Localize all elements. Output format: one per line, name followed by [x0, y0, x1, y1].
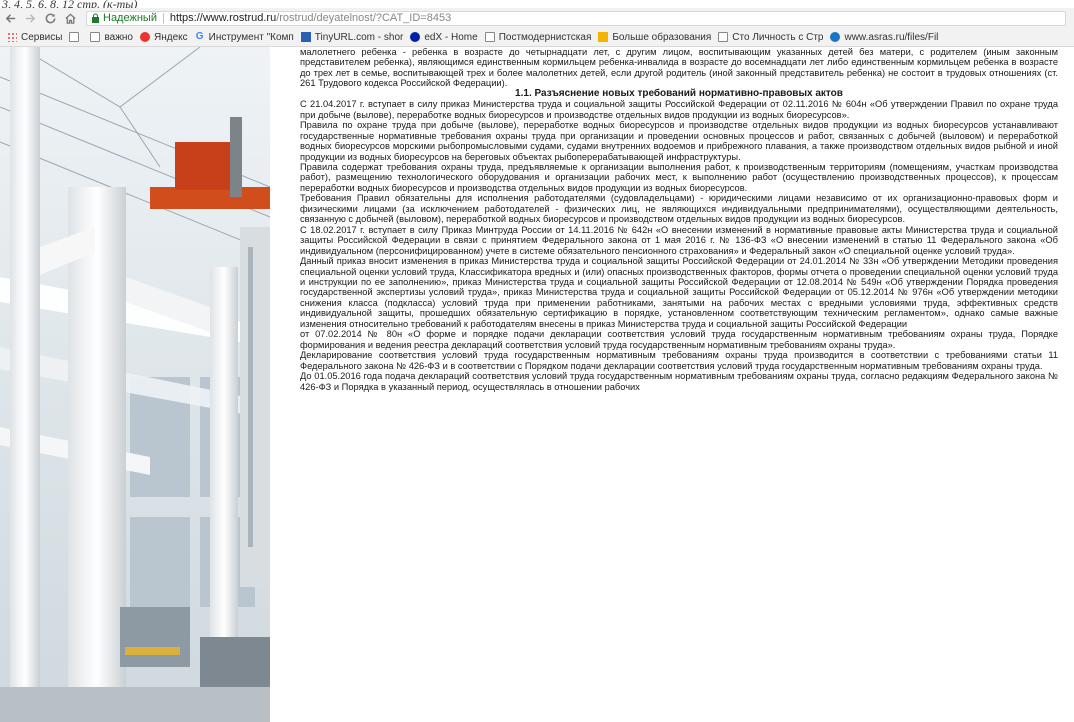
bookmark-yandex[interactable]: Яндекс — [139, 32, 188, 43]
section-heading: 1.1. Разъяснение новых требований нормат… — [515, 87, 843, 99]
paragraph-4: Требования Правил обязательны для исполн… — [300, 193, 1058, 225]
url-host: https://www.rostrud.ru — [169, 12, 277, 24]
page-icon — [484, 32, 495, 42]
url-separator: | — [161, 12, 165, 24]
paragraph-1: С 21.04.2017 г. вступает в силу приказ М… — [300, 99, 1058, 120]
paragraph-6: Данный приказ вносит изменения в приказ … — [300, 256, 1058, 329]
browser-address-bar: Надежный | https://www.rostrud.ru /rostr… — [0, 8, 1074, 28]
url-path: /rostrud/deyatelnost/?CAT_ID=8453 — [276, 12, 452, 24]
edx-icon — [410, 32, 421, 42]
home-icon[interactable] — [60, 8, 80, 28]
apps-icon — [7, 32, 17, 42]
factory-hall-photo — [0, 47, 270, 722]
paragraph-intro: малолетнего ребенка - ребенка в возрасте… — [300, 47, 1058, 89]
aksaras-icon — [830, 32, 841, 42]
bookmark-postmodern[interactable]: Постмодернистская — [484, 32, 591, 43]
page-header-fragment: 3, 4, 5, 6, 8, 12 стр. (к-ты) — [0, 0, 1074, 8]
google-icon: G — [195, 31, 204, 42]
paragraph-2: Правила по охране труда при добыче (выло… — [300, 120, 1058, 162]
back-arrow-icon[interactable] — [0, 8, 20, 28]
paragraph-5: С 18.02.2017 г. вступает в силу Приказ М… — [300, 224, 1058, 256]
paragraph-8: Декларирование соответствия условий труд… — [300, 350, 1058, 371]
secure-label: Надежный — [103, 12, 157, 24]
document-text: малолетнего ребенка - ребенка в возрасте… — [300, 47, 1058, 722]
bookmark-vazhno[interactable]: важно — [90, 32, 133, 43]
tinyurl-icon — [300, 32, 311, 42]
bookmark-hse[interactable]: Больше образования — [598, 32, 711, 43]
bookmark-sto[interactable]: Сто Личность с Стр — [718, 32, 823, 43]
hse-icon — [598, 32, 609, 42]
paragraph-7: от 07.02.2014 № 80н «О форме и порядке п… — [300, 329, 1058, 350]
bookmark-edx[interactable]: edX - Home — [410, 32, 478, 43]
bookmark-asras[interactable]: www.asras.ru/files/Fil — [830, 32, 938, 43]
paragraph-9: До 01.05.2016 года подача деклараций соо… — [300, 371, 1058, 392]
bookmark-google-tool[interactable]: G Инструмент "Комп — [195, 32, 294, 43]
lock-icon — [91, 13, 103, 23]
page-icon — [90, 32, 101, 42]
paragraph-3: Правила содержат требования охраны труда… — [300, 161, 1058, 193]
url-field[interactable]: Надежный | https://www.rostrud.ru /rostr… — [86, 10, 1066, 26]
bookmarks-bar: Сервисы важно Яндекс G Инструмент "Комп T… — [0, 28, 1074, 47]
bookmark-apps[interactable]: Сервисы — [7, 32, 62, 43]
forward-arrow-icon[interactable] — [20, 8, 40, 28]
page-icon — [718, 32, 729, 42]
page-icon — [69, 32, 80, 42]
bookmark-tinyurl[interactable]: TinyURL.com - shor — [300, 32, 403, 43]
yandex-icon — [139, 32, 150, 42]
bookmark-blank[interactable] — [69, 32, 83, 42]
reload-icon[interactable] — [40, 8, 60, 28]
